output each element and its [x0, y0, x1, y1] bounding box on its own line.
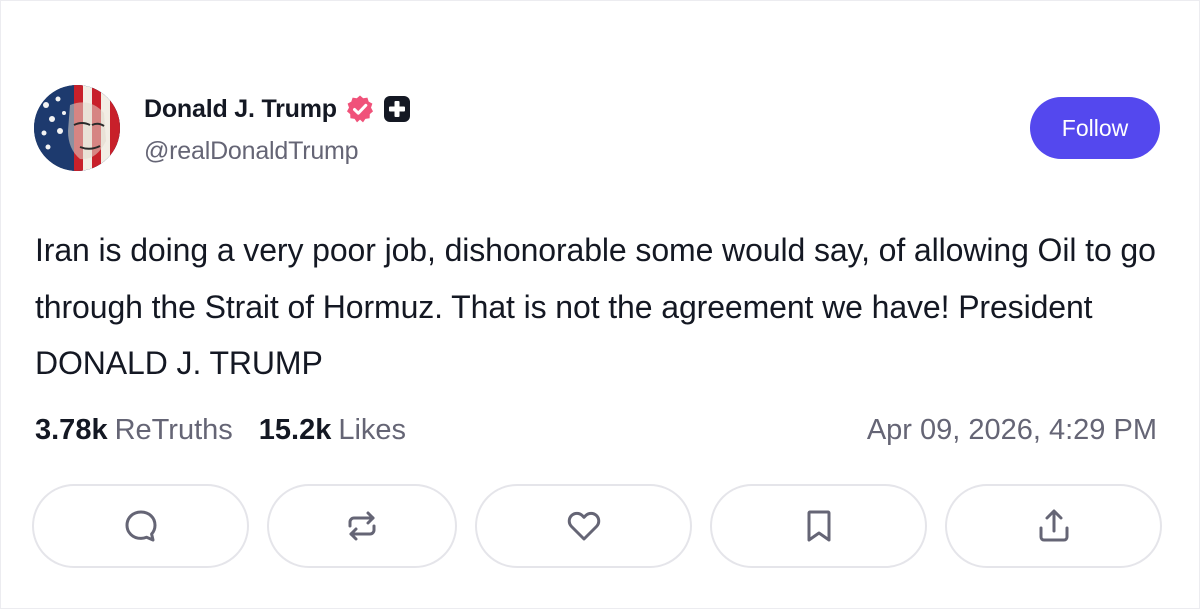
- post-timestamp[interactable]: Apr 09, 2026, 4:29 PM: [867, 410, 1157, 450]
- likes-stat[interactable]: 15.2k Likes: [259, 414, 406, 447]
- like-heart-icon: [567, 511, 600, 541]
- bookmark-button[interactable]: [710, 484, 927, 568]
- likes-count: 15.2k: [258, 413, 332, 446]
- retruth-icon: [348, 511, 376, 541]
- retruths-label: ReTruths: [114, 413, 233, 446]
- post-text: Iran is doing a very poor job, dishonora…: [35, 232, 1156, 381]
- action-bar: [32, 484, 1163, 570]
- truth-social-plus-icon: [383, 95, 411, 123]
- author-display-name[interactable]: Donald J. Trump: [144, 95, 337, 124]
- bookmark-icon: [807, 510, 830, 542]
- avatar[interactable]: [34, 85, 120, 171]
- author-name-row: Donald J. Trump: [144, 91, 411, 127]
- likes-label: Likes: [338, 413, 407, 446]
- post-card: Donald J. Trump @realDonaldTrump Follow …: [0, 0, 1200, 609]
- avatar-image: [34, 85, 120, 171]
- verified-badge-icon: [345, 94, 375, 124]
- share-button[interactable]: [945, 484, 1162, 568]
- follow-button[interactable]: Follow: [1030, 97, 1160, 159]
- retruths-count: 3.78k: [35, 413, 108, 446]
- post-stats: 3.78k ReTruths 15.2k Likes: [35, 410, 406, 450]
- reply-button[interactable]: [32, 484, 249, 568]
- retruths-stat[interactable]: 3.78k ReTruths: [35, 414, 233, 447]
- author-handle[interactable]: @realDonaldTrump: [144, 137, 359, 166]
- reply-icon: [125, 510, 156, 542]
- like-button[interactable]: [475, 484, 692, 568]
- retruth-button[interactable]: [267, 484, 457, 568]
- share-icon: [1039, 509, 1068, 542]
